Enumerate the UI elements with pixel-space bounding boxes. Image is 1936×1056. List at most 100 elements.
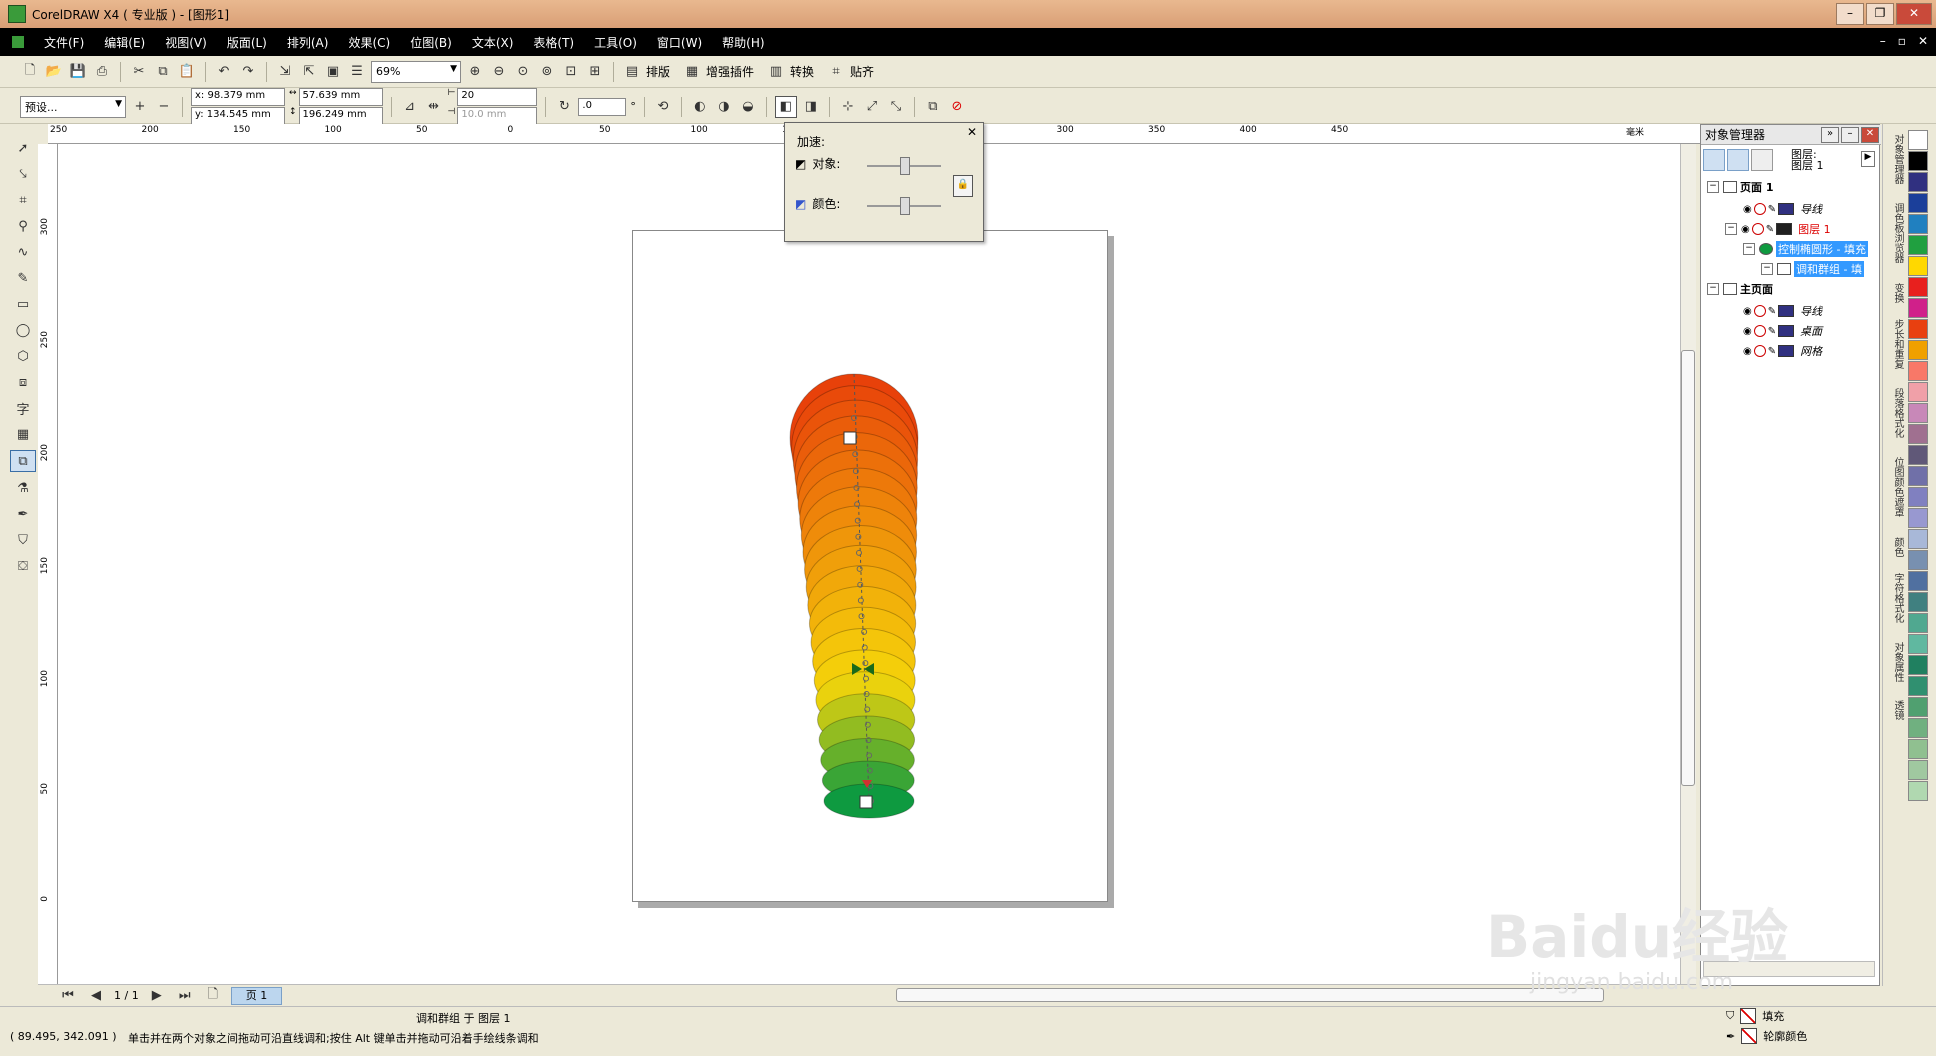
palette-swatch[interactable]: [1908, 697, 1928, 717]
collapse-icon[interactable]: −: [1761, 263, 1773, 275]
expand-icon[interactable]: »: [1821, 127, 1839, 143]
palette-swatch[interactable]: [1908, 193, 1928, 213]
docker-tab-5[interactable]: 位图颜色遮罩: [1885, 457, 1905, 517]
eye-icon[interactable]: ◉: [1741, 224, 1750, 235]
layer-manager-view-icon[interactable]: [1751, 149, 1773, 171]
fill-status[interactable]: ⛉ 填充: [1726, 1008, 1784, 1024]
edit-icon[interactable]: ✎: [1768, 306, 1776, 317]
eye-icon[interactable]: ◉: [1743, 204, 1752, 215]
palette-swatch[interactable]: [1908, 487, 1928, 507]
palette-swatch[interactable]: [1908, 382, 1928, 402]
palette-swatch[interactable]: [1908, 718, 1928, 738]
docker-tab-9[interactable]: 透镜: [1885, 700, 1905, 720]
edit-icon[interactable]: ✎: [1768, 326, 1776, 337]
current-layer: 图层: 图层 1: [1791, 149, 1824, 171]
palette-swatch[interactable]: [1908, 319, 1928, 339]
prev-page-icon[interactable]: ◀: [86, 986, 106, 1006]
palette-swatch[interactable]: [1908, 151, 1928, 171]
edit-across-layers-icon[interactable]: [1727, 149, 1749, 171]
tree-row-label: 页面 1: [1740, 181, 1774, 194]
object-accel-slider[interactable]: [900, 157, 910, 175]
page-tab[interactable]: 页 1: [230, 986, 283, 1005]
palette-swatch[interactable]: [1908, 130, 1928, 150]
docker-tab-2[interactable]: 变换: [1885, 283, 1905, 303]
next-page-icon[interactable]: ▶: [147, 986, 167, 1006]
tree-row-label: 导线: [1800, 305, 1823, 318]
print-disabled-icon[interactable]: [1751, 223, 1764, 235]
docker-tab-6[interactable]: 颜色: [1885, 537, 1905, 557]
status-hint: 单击并在两个对象之间拖动可沿直线调和;按住 Alt 键单击并拖动可沿着手绘线条调…: [128, 1032, 539, 1045]
docker-tab-3[interactable]: 步长和重复: [1885, 319, 1905, 369]
palette-swatch[interactable]: [1908, 277, 1928, 297]
add-page-icon[interactable]: 🗋: [203, 986, 223, 1006]
last-page-icon[interactable]: ⏭: [175, 986, 195, 1006]
palette-swatch[interactable]: [1908, 403, 1928, 423]
palette-swatch[interactable]: [1908, 739, 1928, 759]
close-icon[interactable]: ✕: [967, 125, 977, 139]
tree-row-label: 主页面: [1740, 283, 1773, 296]
palette-swatch[interactable]: [1908, 634, 1928, 654]
tree-row[interactable]: − 页面 1: [1701, 177, 1883, 197]
show-properties-icon[interactable]: [1703, 149, 1725, 171]
docker-tab-4[interactable]: 段落格式化: [1885, 388, 1905, 438]
palette-swatch[interactable]: [1908, 361, 1928, 381]
palette-swatch[interactable]: [1908, 298, 1928, 318]
palette-swatch[interactable]: [1908, 613, 1928, 633]
first-page-icon[interactable]: ⏮: [58, 986, 78, 1006]
palette-swatch[interactable]: [1908, 676, 1928, 696]
color-accel-row: ◩ 颜色:: [795, 195, 840, 212]
blend-end-handle[interactable]: [859, 795, 873, 809]
tree-row-label: 桌面: [1800, 325, 1823, 338]
docker-tab-8[interactable]: 对象属性: [1885, 642, 1905, 682]
collapse-icon[interactable]: −: [1725, 223, 1737, 235]
horizontal-scroll-thumb[interactable]: [896, 988, 1604, 1002]
palette-swatch[interactable]: [1908, 256, 1928, 276]
palette-swatch[interactable]: [1908, 214, 1928, 234]
palette-swatch[interactable]: [1908, 424, 1928, 444]
palette-swatch[interactable]: [1908, 508, 1928, 528]
palette-swatch[interactable]: [1908, 550, 1928, 570]
eye-icon[interactable]: ◉: [1743, 306, 1752, 317]
docker-tab-0[interactable]: 对象管理器: [1885, 134, 1905, 184]
flyout-arrow-icon[interactable]: ▶: [1861, 151, 1875, 167]
palette-swatch[interactable]: [1908, 466, 1928, 486]
panel-minimize-button[interactable]: –: [1841, 127, 1859, 143]
vertical-scroll-thumb[interactable]: [1681, 350, 1695, 786]
collapse-icon[interactable]: −: [1707, 181, 1719, 193]
palette-swatch[interactable]: [1908, 655, 1928, 675]
panel-close-button[interactable]: ✕: [1861, 127, 1879, 143]
docker-tab-1[interactable]: 调色板浏览器: [1885, 203, 1905, 263]
print-disabled-icon[interactable]: [1753, 305, 1766, 317]
lock-icon[interactable]: 🔒: [953, 175, 973, 197]
print-disabled-icon[interactable]: [1753, 325, 1766, 337]
palette-swatch[interactable]: [1908, 340, 1928, 360]
palette-swatch[interactable]: [1908, 235, 1928, 255]
edit-icon[interactable]: ✎: [1768, 204, 1776, 215]
tree-row-label: 网格: [1800, 345, 1823, 358]
palette-swatch[interactable]: [1908, 529, 1928, 549]
outline-status[interactable]: ✒ 轮廓颜色: [1726, 1028, 1807, 1044]
tree-row[interactable]: − 主页面: [1701, 279, 1883, 299]
no-outline-swatch: [1741, 1028, 1758, 1044]
palette-swatch[interactable]: [1908, 445, 1928, 465]
collapse-icon[interactable]: −: [1743, 243, 1755, 255]
status-selection: 调和群组 于 图层 1: [416, 1012, 511, 1025]
edit-icon[interactable]: ✎: [1766, 224, 1774, 235]
palette-swatch[interactable]: [1908, 172, 1928, 192]
tree-row-label: 图层 1: [1798, 223, 1831, 236]
eye-icon[interactable]: ◉: [1743, 326, 1752, 337]
print-disabled-icon[interactable]: [1753, 203, 1766, 215]
collapse-icon[interactable]: −: [1707, 283, 1719, 295]
tree-row[interactable]: − ◉ ✎ 图层 1: [1701, 219, 1901, 239]
eye-icon[interactable]: ◉: [1743, 346, 1752, 357]
edit-icon[interactable]: ✎: [1768, 346, 1776, 357]
blend-start-handle[interactable]: [843, 431, 857, 445]
palette-swatch[interactable]: [1908, 571, 1928, 591]
print-disabled-icon[interactable]: [1753, 345, 1766, 357]
docker-tab-7[interactable]: 字符格式化: [1885, 573, 1905, 623]
color-accel-slider[interactable]: [900, 197, 910, 215]
color-accel-label: 颜色:: [812, 197, 841, 211]
palette-swatch[interactable]: [1908, 592, 1928, 612]
palette-swatch[interactable]: [1908, 760, 1928, 780]
palette-swatch[interactable]: [1908, 781, 1928, 801]
